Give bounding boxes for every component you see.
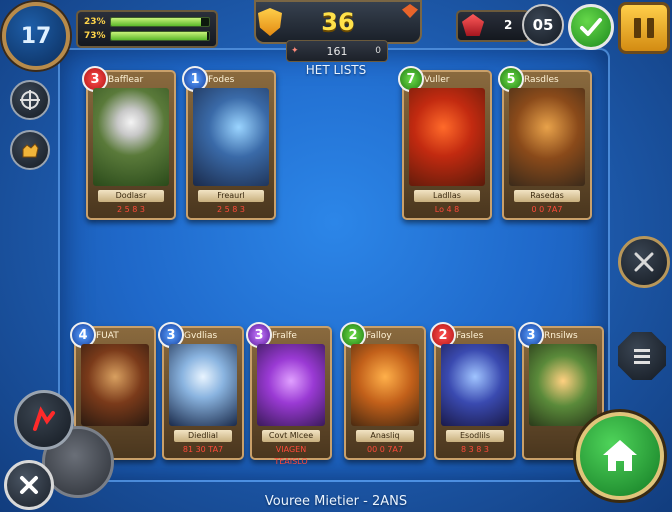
- stat-row-health: 23%: [84, 16, 210, 28]
- deck-title: HET LISTS: [305, 63, 367, 77]
- ability-button[interactable]: [14, 390, 74, 450]
- home-icon: [603, 440, 637, 471]
- pause-icon: [634, 18, 641, 38]
- card-stats: 2 5 8 3: [217, 205, 245, 214]
- player-stats-panel: 23% 73%: [76, 10, 218, 48]
- card-art: [509, 88, 585, 186]
- crossed-tools-icon: [634, 252, 654, 272]
- mana-bar: [110, 31, 210, 41]
- hand-icon: [22, 143, 39, 158]
- opponent-card[interactable]: 7 Vuller Ladllas Lo 4 8: [398, 66, 492, 220]
- card-stats: 8 3 8 3: [461, 445, 489, 454]
- card-name-plate: Esodlils: [446, 430, 504, 442]
- card-art: [351, 344, 419, 426]
- mana-bar-fill: [111, 32, 208, 40]
- card-art: [529, 344, 597, 426]
- checkmark-icon: [580, 18, 602, 36]
- card-art: [81, 344, 149, 426]
- card-title: Vuller: [424, 75, 450, 85]
- card-stats: 81 30 TA7: [182, 445, 224, 454]
- card-title: Fasles: [456, 331, 484, 341]
- round-counter: 05: [522, 4, 564, 46]
- score-panel: 36: [254, 0, 422, 44]
- health-bar: [110, 17, 210, 27]
- crystal-count: 2: [504, 18, 513, 32]
- target-button[interactable]: [10, 80, 50, 120]
- card-stats: VIAGEN TEAISLO: [274, 445, 308, 466]
- round-number: 05: [532, 16, 554, 34]
- hand-card[interactable]: 2 Falloy Anasliq 00 0 7A7: [340, 322, 426, 460]
- deck-icon: ✦: [291, 46, 299, 56]
- card-stats: 00 0 7A7: [366, 445, 403, 454]
- hand-card[interactable]: 3 Fralfe Covt Mlcee VIAGEN TEAISLO: [246, 322, 332, 466]
- shop-button[interactable]: [10, 130, 50, 170]
- ability-rune-icon: [33, 406, 55, 431]
- hand-card[interactable]: 3 Gvdlias Diedlial 81 30 TA7: [158, 322, 244, 460]
- crystal-counter: 2: [456, 10, 530, 42]
- card-art: [441, 344, 509, 426]
- player-level-badge[interactable]: 17: [2, 2, 70, 70]
- gem-icon: [402, 4, 418, 18]
- shield-icon: [258, 8, 282, 36]
- card-name-plate: Anasliq: [356, 430, 414, 442]
- deck-counter[interactable]: ✦ 161 0: [286, 40, 388, 62]
- stat-label-mana: 73%: [84, 31, 106, 41]
- pause-icon-bar: [647, 18, 654, 38]
- status-text: Vouree Mietier - 2ANS: [264, 494, 408, 509]
- card-title: Falloy: [366, 331, 392, 341]
- card-stats: 2 5 8 3: [117, 205, 145, 214]
- card-name-plate: Ladllas: [414, 190, 480, 202]
- card-name-plate: Rasedas: [514, 190, 580, 202]
- card-title: Rasdles: [524, 75, 559, 85]
- card-art: [169, 344, 237, 426]
- stat-label-health: 23%: [84, 17, 106, 27]
- card-title: FUAT: [96, 331, 119, 341]
- card-name-plate: Covt Mlcee: [262, 430, 320, 442]
- card-art: [93, 88, 169, 186]
- card-title: Fralfe: [272, 331, 297, 341]
- crystal-icon: [462, 14, 484, 36]
- card-art: [257, 344, 325, 426]
- list-icon: [634, 349, 650, 364]
- close-icon: [20, 476, 38, 494]
- card-title: Fodes: [208, 75, 235, 85]
- opponent-card[interactable]: 1 Fodes Freaurl 2 5 8 3: [182, 66, 276, 220]
- card-art: [193, 88, 269, 186]
- card-stats: Lo 4 8: [434, 205, 460, 214]
- health-bar-fill: [111, 18, 202, 26]
- card-title: Bafflear: [108, 75, 144, 85]
- crosshair-icon: [20, 90, 40, 110]
- tools-button[interactable]: [618, 236, 670, 288]
- card-name-plate: Freaurl: [198, 190, 264, 202]
- card-stats: 0 0 7A7: [531, 205, 563, 214]
- opponent-card[interactable]: 5 Rasdles Rasedas 0 0 7A7: [498, 66, 592, 220]
- stat-row-mana: 73%: [84, 30, 210, 42]
- opponent-card[interactable]: 3 Bafflear Dodlasr 2 5 8 3: [82, 66, 176, 220]
- deck-extra: 0: [375, 46, 381, 56]
- card-name-plate: Dodlasr: [98, 190, 164, 202]
- player-level: 17: [20, 23, 52, 49]
- home-button[interactable]: [576, 412, 664, 500]
- pause-button[interactable]: [618, 2, 670, 54]
- deck-count: 161: [326, 44, 348, 58]
- card-art: [409, 88, 485, 186]
- card-name-plate: Diedlial: [174, 430, 232, 442]
- card-title: Gvdlias: [184, 331, 218, 341]
- menu-button[interactable]: [618, 332, 666, 380]
- hand-card[interactable]: 2 Fasles Esodlils 8 3 8 3: [430, 322, 516, 460]
- card-title: Rnsilws: [544, 331, 578, 341]
- score-value: 36: [321, 8, 355, 36]
- confirm-button[interactable]: [568, 4, 614, 50]
